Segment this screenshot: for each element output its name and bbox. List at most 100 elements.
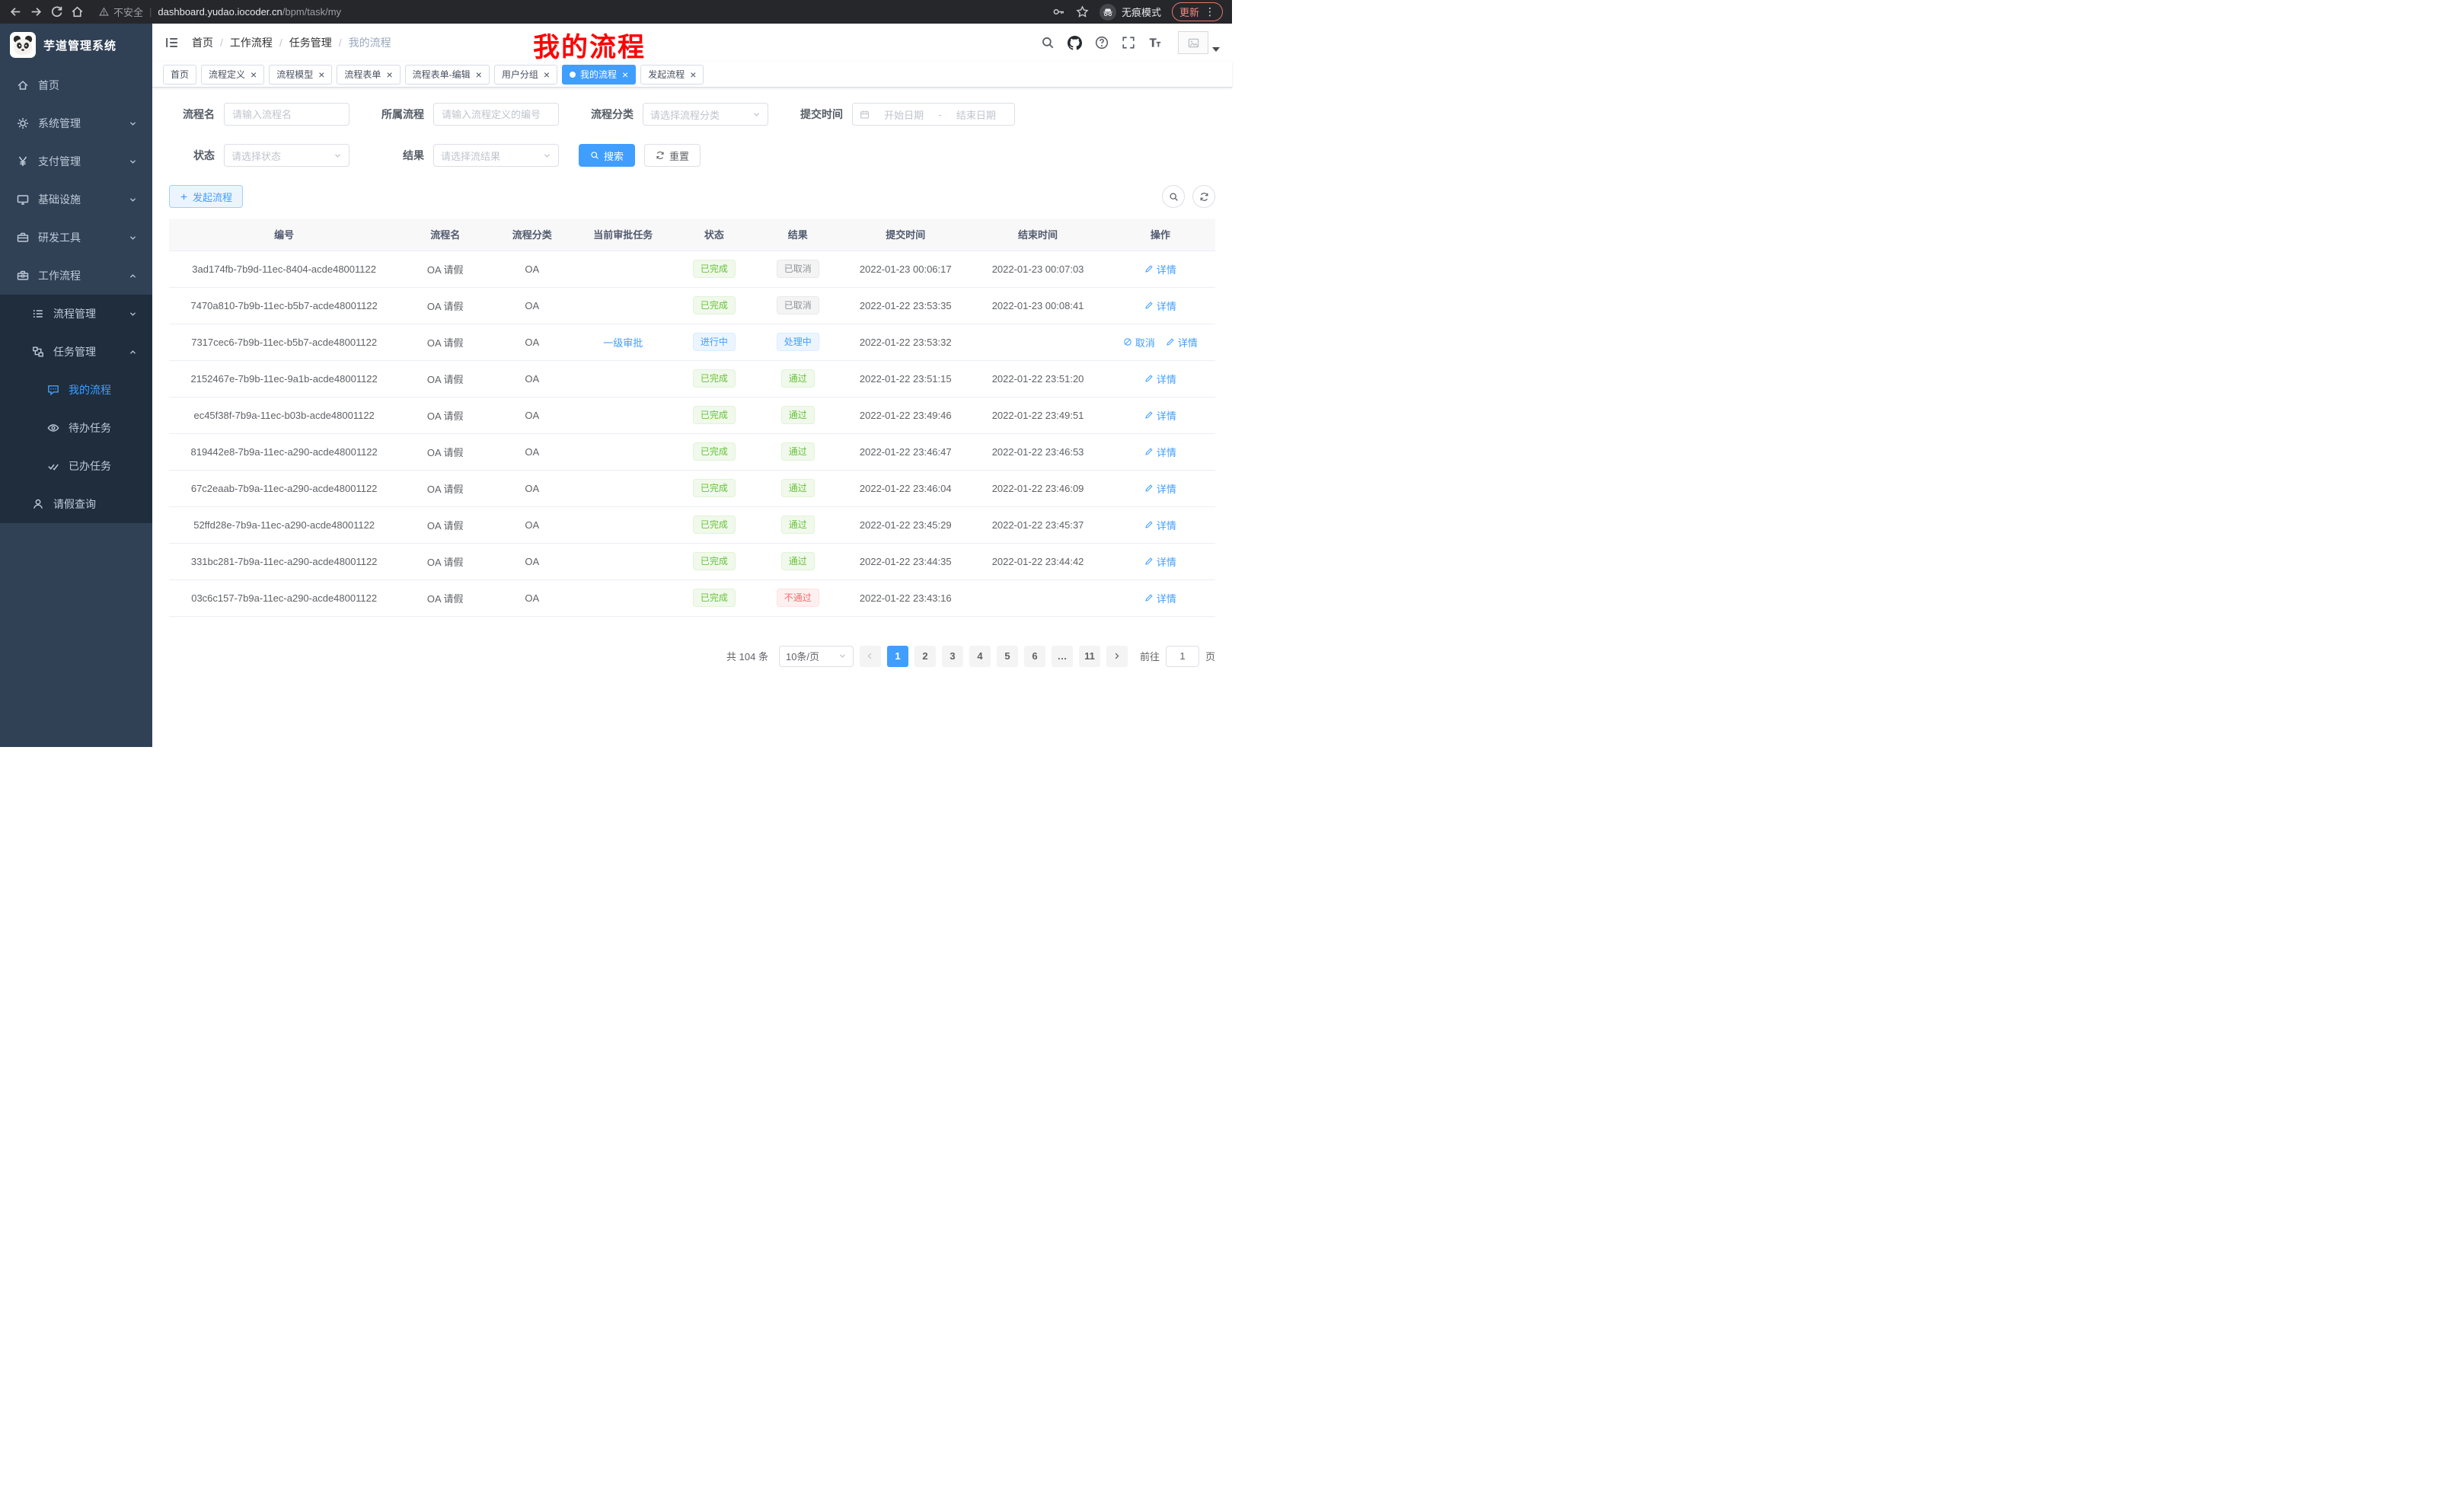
process-name-input[interactable] xyxy=(224,103,349,126)
page-button[interactable]: 11 xyxy=(1079,646,1100,667)
tab-item[interactable]: 首页 xyxy=(163,65,196,85)
breadcrumb-item[interactable]: 任务管理 xyxy=(289,35,332,50)
detail-link[interactable]: 详情 xyxy=(1144,298,1176,313)
page-button[interactable]: 6 xyxy=(1024,646,1045,667)
page-button[interactable]: 2 xyxy=(914,646,936,667)
tab-close-icon[interactable]: × xyxy=(386,69,392,80)
forward-icon[interactable] xyxy=(30,5,43,18)
category-label: 流程分类 xyxy=(579,107,634,122)
prev-page-button[interactable] xyxy=(860,646,881,667)
detail-link[interactable]: 详情 xyxy=(1144,518,1176,532)
avatar[interactable] xyxy=(1178,31,1208,54)
tab-item[interactable]: 流程表单-编辑× xyxy=(405,65,490,85)
avatar-image-icon xyxy=(1188,37,1199,49)
tab-item[interactable]: 用户分组× xyxy=(494,65,557,85)
result-tag: 通过 xyxy=(781,552,815,570)
sidebar-item[interactable]: 工作流程 xyxy=(0,257,152,295)
tab-close-icon[interactable]: × xyxy=(318,69,324,80)
detail-link[interactable]: 详情 xyxy=(1144,262,1176,276)
start-process-button[interactable]: 发起流程 xyxy=(169,185,243,208)
security-warning[interactable]: 不安全 xyxy=(99,5,143,19)
tab-close-icon[interactable]: × xyxy=(622,69,628,80)
cell-id: 67c2eaab-7b9a-11ec-a290-acde48001122 xyxy=(169,470,399,506)
reset-button[interactable]: 重置 xyxy=(644,144,701,167)
gear-icon xyxy=(17,117,29,129)
page-button[interactable]: 1 xyxy=(887,646,908,667)
help-icon[interactable] xyxy=(1095,36,1109,49)
sidebar-item[interactable]: 待办任务 xyxy=(0,409,152,447)
hamburger-icon[interactable] xyxy=(164,35,180,50)
detail-link[interactable]: 详情 xyxy=(1166,335,1198,350)
breadcrumb-item[interactable]: 工作流程 xyxy=(230,35,273,50)
page-button[interactable]: 4 xyxy=(969,646,991,667)
sidebar-item[interactable]: 已办任务 xyxy=(0,447,152,485)
tab-item[interactable]: 我的流程× xyxy=(562,65,636,85)
url-bar[interactable]: 不安全 | dashboard.yudao.iocoder.cn/bpm/tas… xyxy=(99,5,1045,19)
user-menu[interactable] xyxy=(1178,31,1220,54)
sidebar-item[interactable]: 流程管理 xyxy=(0,295,152,333)
cell-current-task: 一级审批 xyxy=(573,324,673,360)
sidebar-item-label: 支付管理 xyxy=(38,154,81,169)
github-icon[interactable] xyxy=(1068,36,1082,50)
detail-link[interactable]: 详情 xyxy=(1144,372,1176,386)
sidebar-item[interactable]: 基础设施 xyxy=(0,180,152,219)
cell-actions: 详情 xyxy=(1106,360,1215,397)
tab-item[interactable]: 流程模型× xyxy=(269,65,332,85)
key-icon[interactable] xyxy=(1052,5,1065,18)
fullscreen-icon[interactable] xyxy=(1122,36,1135,49)
current-task-link[interactable]: 一级审批 xyxy=(603,337,643,349)
cell-result: 通过 xyxy=(755,397,841,433)
cell-process-name: OA 请假 xyxy=(399,579,491,616)
process-def-input[interactable] xyxy=(433,103,559,126)
filter-row-1: 流程名 所属流程 流程分类 请选择流程分类 提交时间 开始日期 - xyxy=(169,103,1215,126)
detail-link[interactable]: 详情 xyxy=(1144,408,1176,423)
tab-close-icon[interactable]: × xyxy=(476,69,482,80)
search-button[interactable]: 搜索 xyxy=(579,144,635,167)
tab-close-icon[interactable]: × xyxy=(544,69,550,80)
category-select[interactable]: 请选择流程分类 xyxy=(643,103,768,126)
bookmark-star-icon[interactable] xyxy=(1076,5,1089,18)
result-select[interactable]: 请选择流结果 xyxy=(433,144,559,167)
next-page-button[interactable] xyxy=(1106,646,1128,667)
sidebar-item[interactable]: 支付管理 xyxy=(0,142,152,180)
search-icon[interactable] xyxy=(1041,36,1055,49)
toggle-search-button[interactable] xyxy=(1162,185,1185,208)
update-button[interactable]: 更新 ⋮ xyxy=(1172,2,1223,21)
result-tag: 处理中 xyxy=(777,333,819,351)
cancel-link[interactable]: 取消 xyxy=(1123,335,1155,350)
page-button[interactable]: 3 xyxy=(942,646,963,667)
tab-item[interactable]: 流程表单× xyxy=(337,65,400,85)
detail-link[interactable]: 详情 xyxy=(1144,445,1176,459)
detail-link[interactable]: 详情 xyxy=(1144,481,1176,496)
back-icon[interactable] xyxy=(9,5,22,18)
refresh-table-button[interactable] xyxy=(1192,185,1215,208)
goto-page-input[interactable] xyxy=(1166,646,1199,667)
tab-item[interactable]: 发起流程× xyxy=(640,65,704,85)
cell-actions: 详情 xyxy=(1106,543,1215,579)
reload-icon[interactable] xyxy=(50,5,63,18)
page-button[interactable]: 5 xyxy=(997,646,1018,667)
browser-menu-dots-icon[interactable]: ⋮ xyxy=(1205,5,1215,18)
logo-row[interactable]: 芋道管理系统 xyxy=(0,24,152,66)
submit-time-range[interactable]: 开始日期 - 结束日期 xyxy=(852,103,1015,126)
breadcrumb-item[interactable]: 首页 xyxy=(192,35,213,50)
detail-link[interactable]: 详情 xyxy=(1144,554,1176,569)
font-size-icon[interactable] xyxy=(1148,36,1162,49)
sidebar-item[interactable]: 系统管理 xyxy=(0,104,152,142)
home-icon[interactable] xyxy=(71,5,84,18)
status-select[interactable]: 请选择状态 xyxy=(224,144,349,167)
tab-close-icon[interactable]: × xyxy=(690,69,696,80)
tab-item[interactable]: 流程定义× xyxy=(201,65,264,85)
sidebar-item[interactable]: 我的流程 xyxy=(0,371,152,409)
sidebar-item[interactable]: 任务管理 xyxy=(0,333,152,371)
sidebar-item[interactable]: 首页 xyxy=(0,66,152,104)
tab-close-icon[interactable]: × xyxy=(251,69,257,80)
sidebar-item[interactable]: 研发工具 xyxy=(0,219,152,257)
sidebar-item[interactable]: 请假查询 xyxy=(0,485,152,523)
cell-category: OA xyxy=(491,251,573,287)
chevron-down-icon xyxy=(129,158,137,166)
page-size-select[interactable]: 10条/页 xyxy=(779,646,854,667)
detail-link[interactable]: 详情 xyxy=(1144,591,1176,605)
page-button[interactable]: … xyxy=(1052,646,1073,667)
process-icon xyxy=(32,308,44,320)
